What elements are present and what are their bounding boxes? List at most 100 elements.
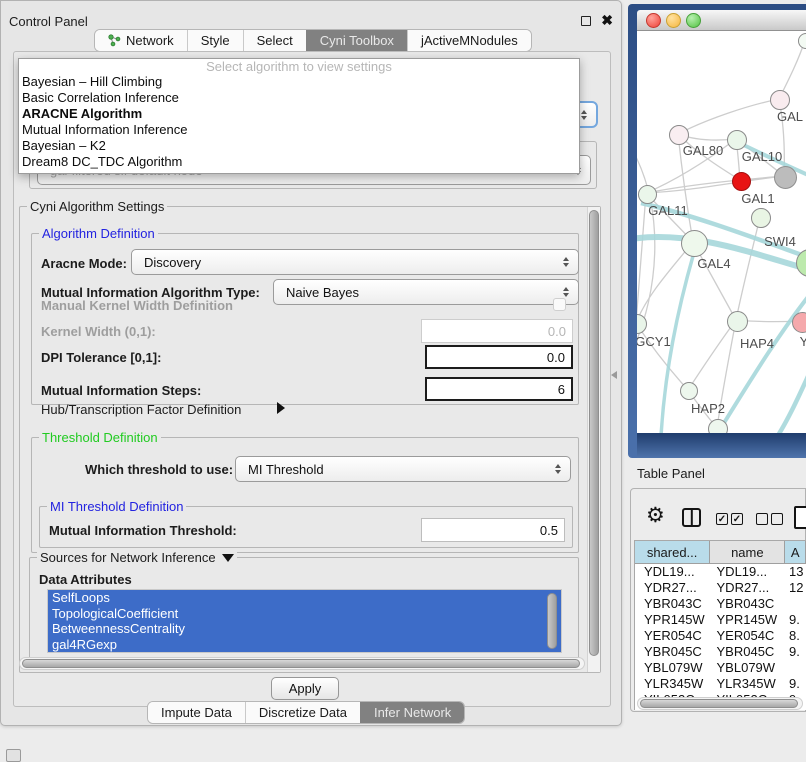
table-row[interactable]: YDL19...YDL19...13 [635, 564, 806, 580]
network-node-hap4[interactable] [727, 311, 748, 332]
network-node-gal11[interactable] [638, 185, 657, 204]
tab-discretize-data[interactable]: Discretize Data [245, 702, 360, 723]
table-cell: YBR045C [709, 644, 782, 660]
close-traffic-light-icon[interactable] [646, 13, 661, 28]
table-cell: YBR045C [635, 644, 709, 660]
mi-type-combobox[interactable]: Naive Bayes [273, 279, 579, 305]
dpi-tolerance-field[interactable]: 0.0 [425, 345, 573, 369]
tab-jactivemnodules[interactable]: jActiveMNodules [407, 30, 531, 51]
tab-jactivemnodules-label: jActiveMNodules [421, 30, 518, 52]
node-table[interactable]: shared...nameA YDL19...YDL19...13YDR27..… [634, 540, 806, 710]
tab-cyni-toolbox[interactable]: Cyni Toolbox [306, 30, 407, 51]
network-node-label: GAL10 [742, 149, 782, 164]
tab-infer-network[interactable]: Infer Network [360, 702, 464, 723]
float-window-icon[interactable] [581, 16, 591, 26]
table-cell: 12 [781, 580, 806, 596]
tab-impute-data[interactable]: Impute Data [148, 702, 245, 723]
mi-threshold-label: Mutual Information Threshold: [49, 523, 237, 538]
mi-steps-value: 6 [558, 382, 565, 397]
minimize-traffic-light-icon[interactable] [666, 13, 681, 28]
table-row[interactable]: YLR345WYLR345W9. [635, 676, 806, 692]
unchecked-checkbox-icon[interactable] [756, 513, 768, 525]
data-attribute-item[interactable]: BetweennessCentrality [48, 621, 561, 637]
table-row[interactable]: YBR045CYBR045C9. [635, 644, 806, 660]
sources-collapse-arrow-icon[interactable] [222, 554, 234, 562]
network-node-gal[interactable] [770, 90, 790, 110]
tab-cyni-toolbox-label: Cyni Toolbox [320, 30, 394, 52]
settings-horizontal-scrollbar-thumb[interactable] [22, 659, 580, 668]
table-row[interactable]: YER054CYER054C8. [635, 628, 806, 644]
table-cell: YLR345W [635, 676, 709, 692]
zoom-traffic-light-icon[interactable] [686, 13, 701, 28]
table-column-header[interactable]: A [785, 541, 806, 563]
hub-expand-arrow-icon[interactable] [277, 402, 285, 414]
network-node-gal10[interactable] [727, 130, 747, 150]
network-node-gal80[interactable] [669, 125, 689, 145]
collapsed-panel-icon[interactable] [6, 749, 21, 762]
splitter-arrow-icon[interactable] [611, 371, 617, 379]
tab-network[interactable]: Network [95, 30, 187, 51]
unchecked-checkbox-icon[interactable] [771, 513, 783, 525]
data-attribute-item[interactable]: gal4RGexp [48, 637, 561, 653]
table-cell: YBL079W [635, 660, 709, 676]
table-row[interactable]: YDR27...YDR27...12 [635, 580, 806, 596]
network-node-hap2[interactable] [680, 382, 698, 400]
tab-style[interactable]: Style [187, 30, 243, 51]
split-columns-icon[interactable] [682, 508, 701, 527]
which-threshold-combobox[interactable]: MI Threshold [235, 456, 571, 482]
table-cell: YBR043C [635, 596, 709, 612]
checked-checkbox-icon[interactable]: ✓ [731, 513, 743, 525]
table-row[interactable]: YBR043CYBR043C [635, 596, 806, 612]
close-icon[interactable]: ✖ [601, 12, 613, 29]
algorithm-option[interactable]: Dream8 DC_TDC Algorithm [19, 154, 579, 170]
aracne-mode-combobox[interactable]: Discovery [131, 249, 579, 275]
mi-threshold-field[interactable]: 0.5 [421, 518, 565, 542]
table-column-header[interactable]: shared... [635, 541, 710, 563]
settings-vertical-scrollbar-thumb[interactable] [589, 210, 599, 656]
network-node[interactable] [708, 419, 728, 433]
algorithm-option[interactable]: Bayesian – K2 [19, 138, 579, 154]
algorithm-option[interactable]: Basic Correlation Inference [19, 90, 579, 106]
data-attributes-list[interactable]: SelfLoopsTopologicalCoefficientBetweenne… [47, 589, 562, 653]
network-node-label: GAL [777, 109, 803, 124]
table-row[interactable]: YPR145WYPR145W9. [635, 612, 806, 628]
network-node-gal1[interactable] [732, 172, 751, 191]
table-cell: 9. [781, 676, 806, 692]
dpi-tolerance-value: 0.0 [547, 350, 565, 365]
table-horizontal-scrollbar[interactable] [637, 697, 803, 710]
table-horizontal-scrollbar-thumb[interactable] [640, 699, 798, 708]
algorithm-option[interactable]: Mutual Information Inference [19, 122, 579, 138]
network-node-label: SWI4 [764, 234, 796, 249]
sources-title-label: Sources for Network Inference [40, 550, 216, 565]
table-cell: 13 [781, 564, 806, 580]
network-node[interactable] [774, 166, 797, 189]
table-cell: 9. [781, 612, 806, 628]
threshold-definition-title: Threshold Definition [39, 430, 161, 445]
algorithm-option[interactable]: ARACNE Algorithm [19, 106, 579, 122]
tab-network-label: Network [126, 30, 174, 52]
algorithm-option[interactable]: Bayesian – Hill Climbing [19, 74, 579, 90]
data-attribute-item[interactable]: TopologicalCoefficient [48, 606, 561, 622]
document-icon[interactable] [794, 506, 806, 529]
network-canvas[interactable]: GALGAL80GAL10GAL1GAL11SWI4GAL4GCY1HAP4YH… [637, 31, 806, 433]
manual-kernel-checkbox[interactable] [553, 298, 566, 311]
checked-checkbox-icon[interactable]: ✓ [716, 513, 728, 525]
settings-horizontal-scrollbar[interactable] [19, 657, 585, 670]
mi-steps-field[interactable]: 6 [425, 377, 573, 401]
kernel-width-field[interactable]: 0.0 [421, 319, 573, 343]
settings-gear-icon[interactable]: ⚙ [646, 506, 665, 526]
data-attribute-item[interactable]: SelfLoops [48, 590, 561, 606]
network-node-swi4[interactable] [751, 208, 771, 228]
network-node-gal4[interactable] [681, 230, 708, 257]
table-cell [781, 596, 806, 612]
network-window-titlebar[interactable] [637, 10, 806, 31]
attributes-vertical-scrollbar-thumb[interactable] [547, 593, 557, 649]
tab-select-label: Select [257, 30, 293, 52]
table-column-header[interactable]: name [710, 541, 785, 563]
tab-select[interactable]: Select [243, 30, 306, 51]
network-node-y[interactable] [792, 312, 806, 333]
settings-vertical-scrollbar[interactable] [587, 207, 600, 672]
mi-steps-label: Mutual Information Steps: [41, 383, 201, 398]
table-row[interactable]: YBL079WYBL079W [635, 660, 806, 676]
apply-button[interactable]: Apply [271, 677, 339, 700]
